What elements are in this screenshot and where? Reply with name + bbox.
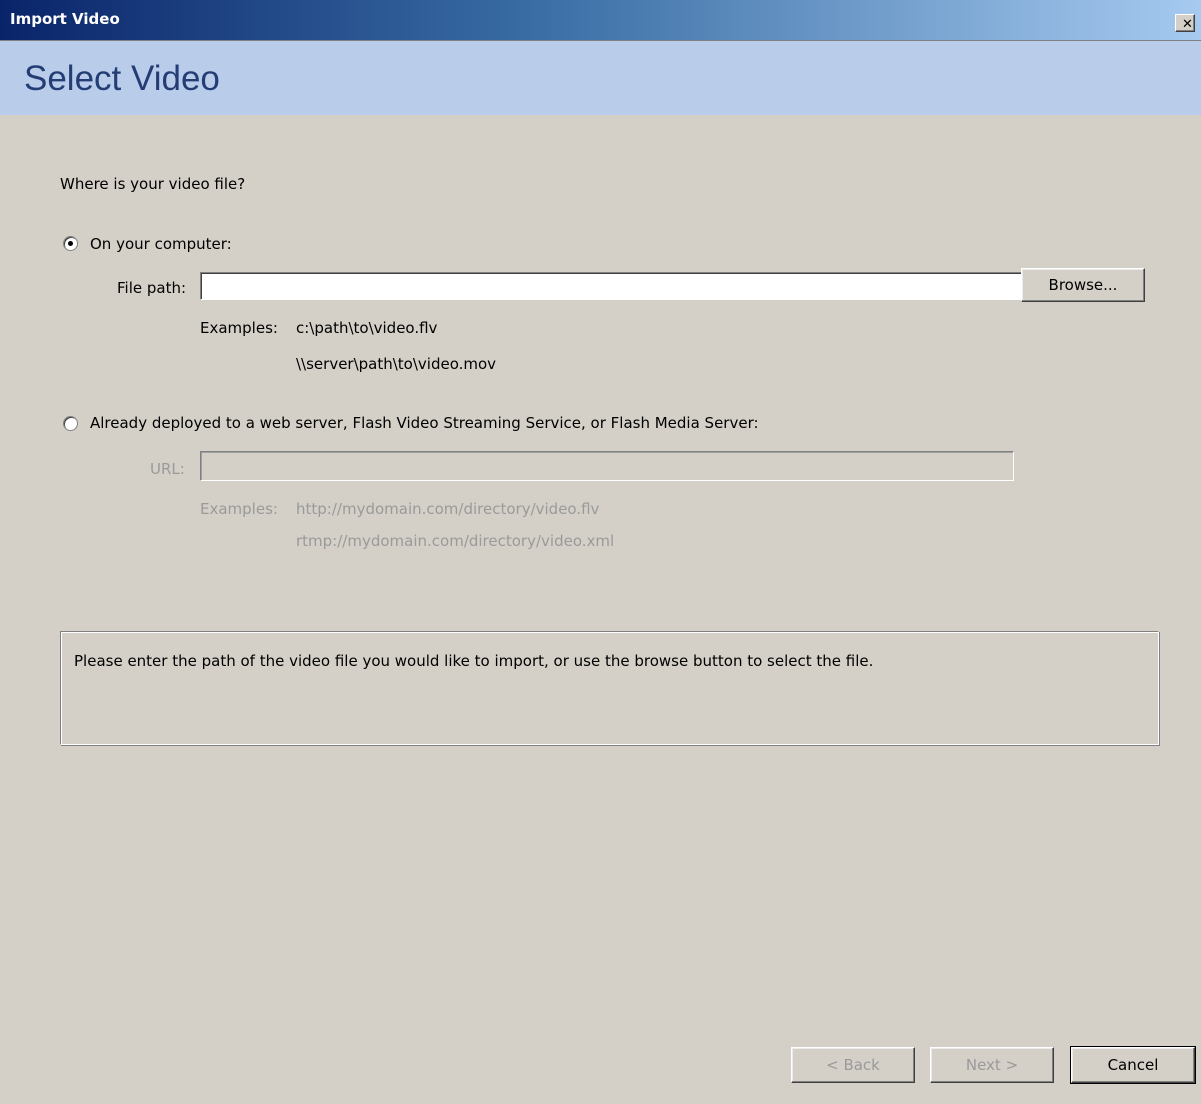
info-text: Please enter the path of the video file …	[74, 652, 874, 670]
question-label: Where is your video file?	[60, 175, 246, 193]
close-icon: ✕	[1182, 17, 1193, 32]
radio-on-computer-label[interactable]: On your computer:	[90, 235, 232, 253]
window-title: Import Video	[10, 10, 120, 28]
url-examples-label: Examples:	[200, 500, 278, 518]
url-input[interactable]	[200, 451, 1014, 481]
header-band: Select Video	[0, 41, 1201, 115]
page-title: Select Video	[24, 59, 220, 98]
url-example-2: rtmp://mydomain.com/directory/video.xml	[296, 532, 615, 550]
file-path-label: File path:	[117, 279, 187, 297]
file-path-input[interactable]	[200, 272, 1022, 300]
title-bar: Import Video ✕	[0, 0, 1201, 41]
radio-on-computer[interactable]	[63, 236, 78, 251]
radio-deployed[interactable]	[63, 416, 78, 431]
url-example-1: http://mydomain.com/directory/video.flv	[296, 500, 600, 518]
browse-button[interactable]: Browse...	[1021, 268, 1145, 302]
back-button[interactable]: < Back	[791, 1047, 915, 1083]
url-label: URL:	[150, 460, 185, 478]
computer-example-2: \\server\path\to\video.mov	[296, 355, 497, 373]
close-button[interactable]: ✕	[1175, 14, 1195, 32]
info-box: Please enter the path of the video file …	[60, 631, 1159, 745]
computer-examples-label: Examples:	[200, 319, 278, 337]
cancel-button[interactable]: Cancel	[1070, 1046, 1196, 1084]
radio-deployed-label[interactable]: Already deployed to a web server, Flash …	[90, 414, 759, 432]
radio-selected-dot	[68, 241, 73, 246]
computer-example-1: c:\path\to\video.flv	[296, 319, 438, 337]
next-button[interactable]: Next >	[930, 1047, 1054, 1083]
